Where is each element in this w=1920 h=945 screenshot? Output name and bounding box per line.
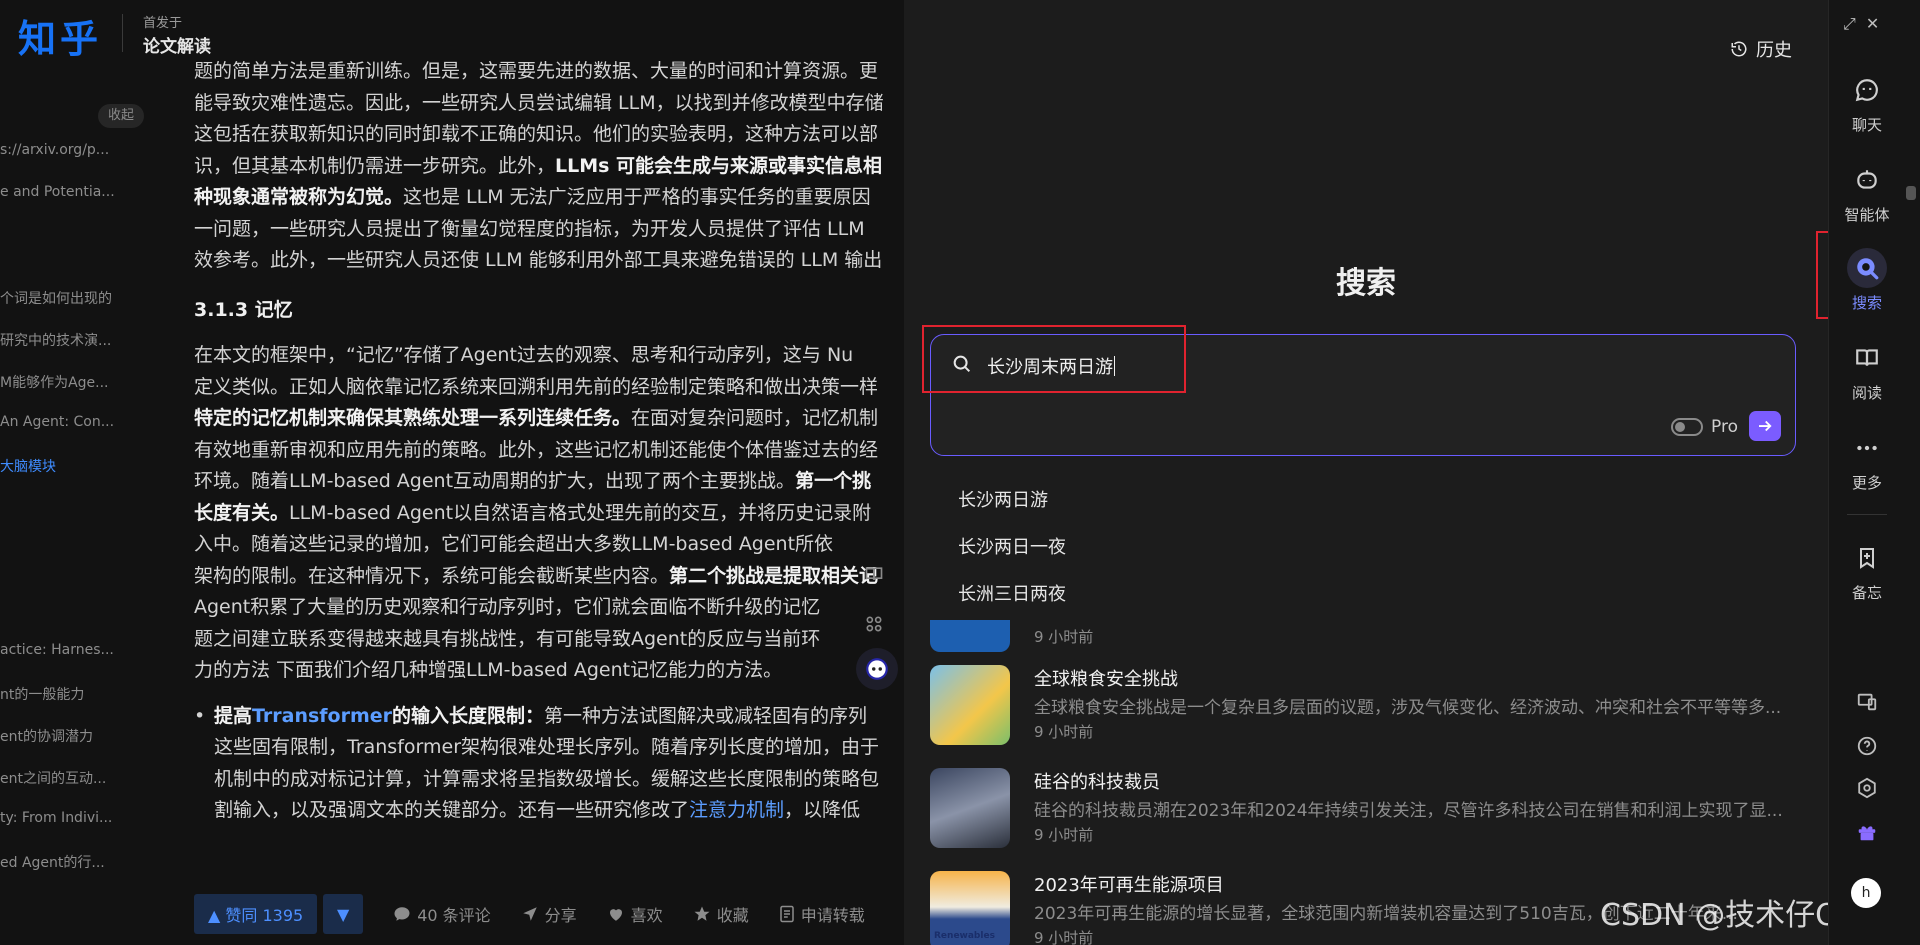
header-divider <box>122 14 123 52</box>
upvote-button[interactable]: ▲ 赞同 1395 <box>194 894 318 934</box>
toc-item[interactable]: actice: Harnes... <box>0 642 150 658</box>
bullet-list: • 提高Trransformer的输入长度限制：第一种方法试图解决或减轻固有的序… <box>194 701 904 827</box>
devices-icon[interactable] <box>1851 686 1883 718</box>
search-icon <box>1847 248 1887 288</box>
article-link[interactable]: 注意力机制 <box>689 799 784 821</box>
settings-icon[interactable] <box>1851 772 1883 804</box>
send-button[interactable] <box>1749 411 1781 441</box>
history-clock-icon <box>1731 41 1747 57</box>
news-item[interactable]: 硅谷的科技裁员 硅谷的科技裁员潮在2023年和2024年持续引发关注，尽管许多科… <box>930 768 1796 854</box>
table-of-contents: 收起 s://arxiv.org/p... e and Potentia... … <box>0 66 150 886</box>
apps-grid-icon[interactable] <box>856 606 892 642</box>
document-icon <box>779 905 794 923</box>
scrollbar[interactable] <box>1906 186 1916 200</box>
section-heading: 3.1.3 记忆 <box>194 298 293 321</box>
news-title: 硅谷的科技裁员 <box>1034 772 1160 793</box>
toc-item[interactable]: ent的协调潜力 <box>0 726 150 746</box>
downvote-button[interactable]: ▼ <box>323 894 364 934</box>
share-button[interactable]: 分享 <box>521 902 577 926</box>
toc-collapse-button[interactable]: 收起 <box>98 104 144 128</box>
toc-item-active[interactable]: 大脑模块 <box>0 456 150 476</box>
heart-icon <box>609 909 622 921</box>
favorite-button[interactable]: 收藏 <box>693 902 749 926</box>
share-icon <box>522 907 537 921</box>
news-item[interactable]: 全球粮食安全挑战 全球粮食安全挑战是一个复杂且多层面的议题，涉及气候变化、经济波… <box>930 665 1796 751</box>
ai-assistant-icon[interactable] <box>856 648 898 690</box>
search-input[interactable]: 长沙周末两日游 <box>987 353 1115 379</box>
news-description: 全球粮食安全挑战是一个复杂且多层面的议题，涉及气候变化、经济波动、冲突和社会不平… <box>1034 698 1782 718</box>
news-thumbnail <box>930 665 1010 745</box>
toc-item[interactable]: ent之间的互动... <box>0 768 150 788</box>
toggle-switch[interactable] <box>1671 418 1703 436</box>
text-caret <box>1114 356 1115 376</box>
toc-item[interactable]: s://arxiv.org/p... <box>0 142 150 158</box>
toc-item[interactable]: 研究中的技术演... <box>0 330 150 350</box>
article-action-bar: ▲ 赞同 1395 ▼ 40 条评论 分享 喜欢 收藏 申请转载 <box>194 892 904 936</box>
news-thumbnail: Renewables <box>930 871 1010 945</box>
star-icon <box>694 906 710 921</box>
comment-button[interactable]: 40 条评论 <box>393 902 491 926</box>
search-box[interactable]: 长沙周末两日游 Pro <box>930 334 1796 456</box>
search-icon <box>953 355 971 373</box>
suggestion-item[interactable]: 长洲三日两夜 <box>958 580 1066 606</box>
toc-item[interactable]: nt的一般能力 <box>0 684 150 704</box>
close-icon[interactable]: ✕ <box>1866 14 1879 34</box>
like-button[interactable]: 喜欢 <box>607 902 663 926</box>
paragraph-2: 在本文的框架中，“记忆”存储了Agent过去的观察、思考和行动序列，这与 Nu … <box>194 344 879 681</box>
avatar[interactable]: h <box>1851 878 1881 908</box>
news-title: 2023年可再生能源项目 <box>1034 875 1224 896</box>
toc-item[interactable]: ed Agent的行... <box>0 852 150 872</box>
more-icon <box>1847 428 1887 468</box>
bookmark-icon <box>1847 538 1887 578</box>
news-description: 硅谷的科技裁员潮在2023年和2024年持续引发关注，尽管许多科技公司在销售和利… <box>1034 801 1783 821</box>
search-panel: 历史 搜索 长沙周末两日游 Pro 9 小时前 长沙两日游 长沙两日一夜 长洲三… <box>904 0 1828 945</box>
rail-item-read[interactable]: 阅读 <box>1829 338 1905 403</box>
toc-item[interactable]: M能够作为Age... <box>0 372 150 392</box>
rail-item-memo[interactable]: 备忘 <box>1829 538 1905 603</box>
gift-icon[interactable] <box>1851 816 1883 848</box>
help-icon[interactable] <box>1851 730 1883 762</box>
rail-item-agent[interactable]: 智能体 <box>1829 160 1905 225</box>
right-rail: ⤢ ✕ 聊天 智能体 搜索 阅读 更多 备忘 h <box>1828 0 1920 945</box>
floating-tools <box>856 556 898 690</box>
bullet-dot: • <box>194 704 206 727</box>
pro-toggle[interactable]: Pro <box>1671 417 1738 437</box>
news-time: 9 小时前 <box>1034 826 1094 844</box>
rail-item-more[interactable]: 更多 <box>1829 428 1905 493</box>
toc-item[interactable]: ty: From Indivi... <box>0 810 150 826</box>
paragraph-1: 题的简单方法是重新训练。但是，这需要先进的数据、大量的时间和计算资源。更 能导致… <box>194 60 884 271</box>
chat-icon <box>1847 70 1887 110</box>
column-prefix: 首发于 <box>143 16 183 31</box>
rail-item-chat[interactable]: 聊天 <box>1829 70 1905 135</box>
expand-icon[interactable]: ⤢ <box>1843 14 1856 34</box>
suggestion-item[interactable]: 长沙两日一夜 <box>958 533 1066 559</box>
toc-item[interactable]: An Agent: Con... <box>0 414 150 430</box>
toc-item[interactable]: e and Potentia... <box>0 184 150 200</box>
rail-item-search[interactable]: 搜索 <box>1829 248 1905 313</box>
column-name[interactable]: 论文解读 <box>143 32 211 57</box>
toc-item[interactable]: 个词是如何出现的 <box>0 288 150 308</box>
repost-button[interactable]: 申请转载 <box>779 902 865 926</box>
agent-icon <box>1847 160 1887 200</box>
suggestion-item[interactable]: 长沙两日游 <box>958 486 1048 512</box>
arrow-right-icon <box>1759 420 1772 432</box>
zhihu-logo[interactable]: 知乎 <box>18 8 102 63</box>
search-title: 搜索 <box>1336 266 1396 301</box>
suggestion-dropdown: 长沙两日游 长沙两日一夜 长洲三日两夜 <box>930 470 1796 620</box>
news-thumbnail <box>930 768 1010 848</box>
article-body: 题的简单方法是重新训练。但是，这需要先进的数据、大量的时间和计算资源。更 能导致… <box>194 56 904 876</box>
news-time: 9 小时前 <box>1034 929 1094 945</box>
read-mode-icon[interactable] <box>856 556 892 592</box>
history-button[interactable]: 历史 <box>1730 36 1792 62</box>
news-time: 9 小时前 <box>1034 723 1094 741</box>
window-controls: ⤢ ✕ <box>1843 14 1879 34</box>
news-time: 9 小时前 <box>1034 628 1094 646</box>
article-link[interactable]: Trransformer <box>252 705 392 727</box>
rail-divider <box>1847 514 1887 515</box>
news-title: 全球粮食安全挑战 <box>1034 669 1178 690</box>
book-icon <box>1847 338 1887 378</box>
comment-icon <box>394 907 410 921</box>
